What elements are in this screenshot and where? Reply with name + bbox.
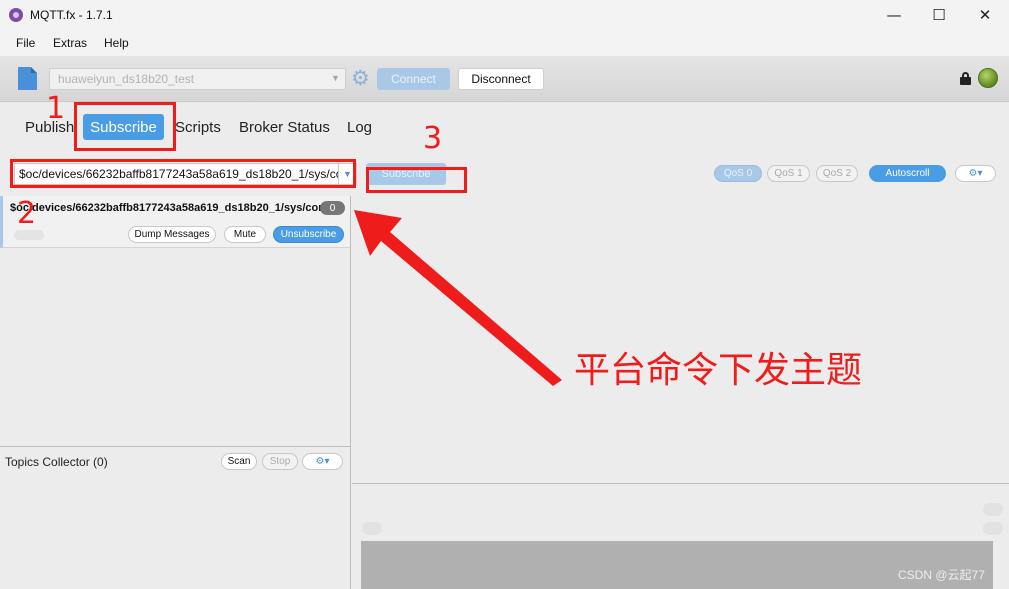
scroll-handle[interactable]	[983, 522, 1003, 535]
qos0-button[interactable]: QoS 0	[714, 165, 762, 182]
subscription-color-selector[interactable]	[14, 230, 44, 240]
qos1-button[interactable]: QoS 1	[767, 165, 810, 182]
maximize-button[interactable]: ☐	[916, 0, 962, 30]
gear-icon: ⚙▾	[968, 168, 983, 179]
close-button[interactable]: ✕	[962, 0, 1008, 30]
annotation-box-subscribe-button	[366, 167, 467, 193]
title-bar	[0, 0, 1009, 30]
annotation-number-3: 3	[423, 121, 443, 156]
stop-button[interactable]: Stop	[262, 453, 298, 470]
connection-status-indicator	[978, 68, 998, 88]
gear-icon[interactable]: ⚙	[351, 66, 370, 90]
subscription-topic: $oc/devices/66232baffb8177243a58a619_ds1…	[10, 202, 328, 214]
watermark: CSDN @云起77	[898, 568, 985, 582]
annotation-caption: 平台命令下发主题	[574, 350, 863, 391]
minimize-button[interactable]: —	[871, 0, 917, 30]
disconnect-button[interactable]: Disconnect	[458, 68, 544, 90]
lock-icon	[960, 72, 971, 85]
collector-options-button[interactable]: ⚙▾	[302, 453, 343, 470]
arrow-shape	[354, 210, 562, 386]
annotation-number-1: 1	[46, 91, 66, 126]
connect-button[interactable]: Connect	[377, 68, 450, 90]
document-icon[interactable]	[18, 67, 37, 90]
connection-profile-select[interactable]: huaweiyun_ds18b20_test	[49, 68, 346, 90]
window-title: MQTT.fx - 1.7.1	[30, 8, 113, 22]
collapse-handle[interactable]	[362, 522, 382, 535]
chevron-down-icon[interactable]: ▼	[331, 73, 340, 83]
menu-help[interactable]: Help	[104, 36, 129, 50]
tab-log[interactable]: Log	[347, 119, 372, 136]
menu-bar	[0, 30, 1009, 56]
unsubscribe-button[interactable]: Unsubscribe	[273, 226, 344, 243]
topics-collector-title: Topics Collector (0)	[5, 455, 108, 469]
gear-icon: ⚙▾	[315, 456, 330, 467]
qos2-button[interactable]: QoS 2	[816, 165, 858, 182]
annotation-number-2: 2	[17, 196, 37, 231]
dump-messages-button[interactable]: Dump Messages	[128, 226, 216, 243]
menu-file[interactable]: File	[16, 36, 35, 50]
annotation-box-subscribe-tab	[74, 102, 176, 151]
autoscroll-button[interactable]: Autoscroll	[869, 165, 946, 182]
app-logo-icon	[9, 8, 23, 22]
tab-broker-status[interactable]: Broker Status	[239, 119, 330, 136]
menu-extras[interactable]: Extras	[53, 36, 87, 50]
scan-button[interactable]: Scan	[221, 453, 257, 470]
mute-button[interactable]: Mute	[224, 226, 266, 243]
tab-scripts[interactable]: Scripts	[175, 119, 221, 136]
message-options-button[interactable]: ⚙▾	[955, 165, 996, 182]
lock-body	[960, 77, 971, 85]
scroll-handle[interactable]	[983, 503, 1003, 516]
annotation-box-topic-input	[10, 159, 356, 188]
annotation-arrow	[354, 210, 562, 386]
